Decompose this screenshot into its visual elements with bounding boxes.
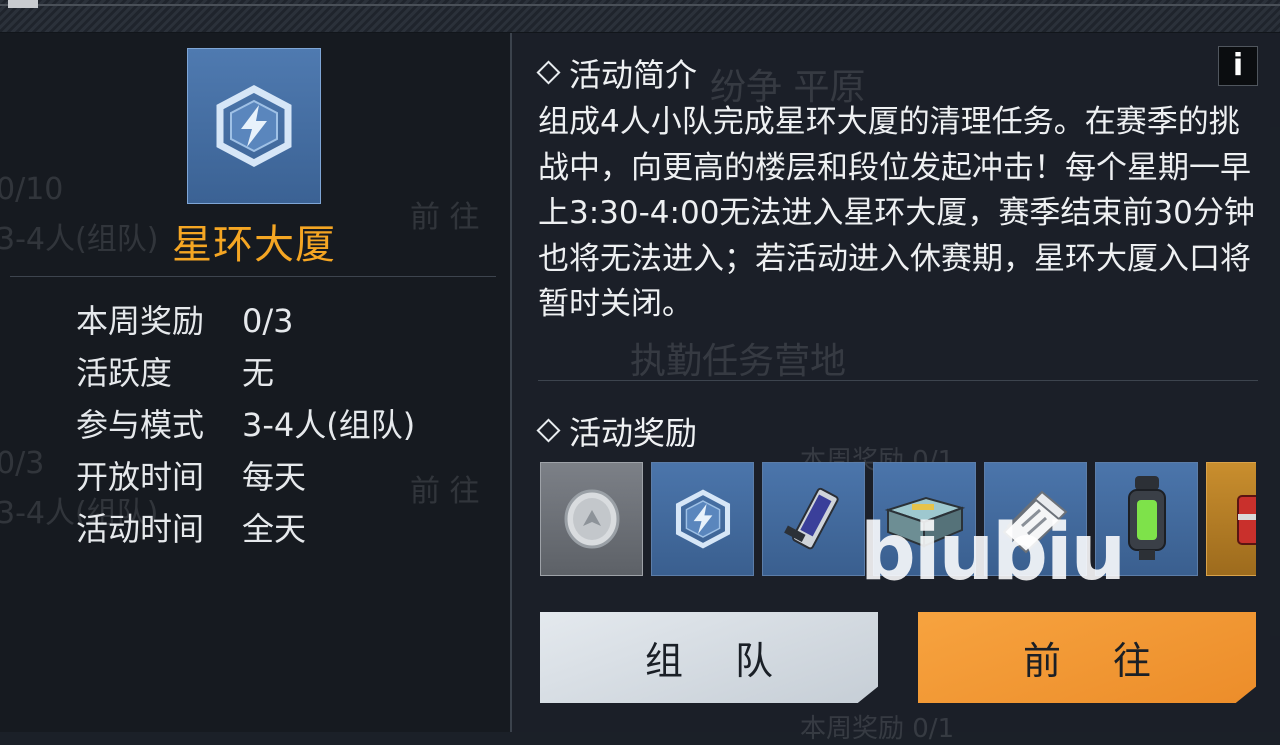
watermark-text: biubiu bbox=[860, 508, 1126, 598]
info-value: 3-4人(组队) bbox=[242, 406, 416, 444]
bg-progress-text: 0/10 bbox=[0, 172, 64, 207]
right-divider bbox=[538, 380, 1258, 381]
rewards-title: 活动奖励 bbox=[536, 408, 698, 454]
info-label: 本周奖励 bbox=[76, 302, 205, 340]
reward-item[interactable] bbox=[1206, 462, 1256, 576]
silver-coin-icon bbox=[564, 489, 619, 549]
info-label: 活跃度 bbox=[76, 354, 173, 392]
top-line bbox=[0, 4, 1280, 6]
top-tab-indicator bbox=[8, 0, 38, 8]
info-mode: 参与模式 3-4人(组队) bbox=[76, 400, 415, 446]
energy-canister-icon bbox=[1127, 476, 1166, 560]
bg-progress-text-2: 0/3 bbox=[0, 446, 45, 481]
go-button[interactable]: 前 往 bbox=[918, 612, 1256, 703]
info-label: 开放时间 bbox=[76, 458, 205, 496]
bg-mission-text: 执勤任务营地 bbox=[630, 341, 847, 382]
reward-item[interactable] bbox=[540, 462, 643, 576]
rewards-title-text: 活动奖励 bbox=[569, 414, 698, 452]
info-event-time: 活动时间 全天 bbox=[76, 504, 306, 550]
left-divider bbox=[10, 276, 496, 277]
diamond-icon bbox=[536, 60, 561, 85]
red-chest-icon bbox=[1236, 495, 1256, 545]
reward-item[interactable] bbox=[762, 462, 865, 576]
intro-description: 组成4人小队完成星环大厦的清理任务。在赛季的挑战中，向更高的楼层和段位发起冲击！… bbox=[538, 104, 1255, 322]
info-value: 全天 bbox=[242, 510, 307, 548]
event-name: 星环大厦 bbox=[172, 222, 336, 268]
reward-item[interactable] bbox=[651, 462, 754, 576]
info-value: 无 bbox=[242, 354, 275, 392]
info-button[interactable]: i bbox=[1218, 46, 1258, 86]
top-bar bbox=[0, 0, 1280, 33]
bg-go-text-2: 前 往 bbox=[410, 474, 480, 509]
bg-reward-text-2: 本周奖励 0/1 bbox=[800, 714, 955, 744]
event-icon-frame bbox=[187, 48, 321, 204]
lightning-hexagon-icon bbox=[216, 85, 292, 167]
info-value: 0/3 bbox=[242, 302, 294, 340]
intro-title: 活动简介 bbox=[536, 50, 698, 96]
diamond-icon bbox=[536, 418, 561, 443]
info-label: 参与模式 bbox=[76, 406, 205, 444]
info-activity: 活跃度 无 bbox=[76, 348, 274, 394]
info-open-time: 开放时间 每天 bbox=[76, 452, 306, 498]
info-label: 活动时间 bbox=[76, 510, 205, 548]
info-value: 每天 bbox=[242, 458, 307, 496]
team-button[interactable]: 组 队 bbox=[540, 612, 878, 703]
lightning-hexagon-icon bbox=[675, 489, 730, 549]
memory-chip-icon bbox=[783, 487, 839, 550]
info-weekly-reward: 本周奖励 0/3 bbox=[76, 296, 294, 342]
intro-title-text: 活动简介 bbox=[569, 56, 698, 94]
